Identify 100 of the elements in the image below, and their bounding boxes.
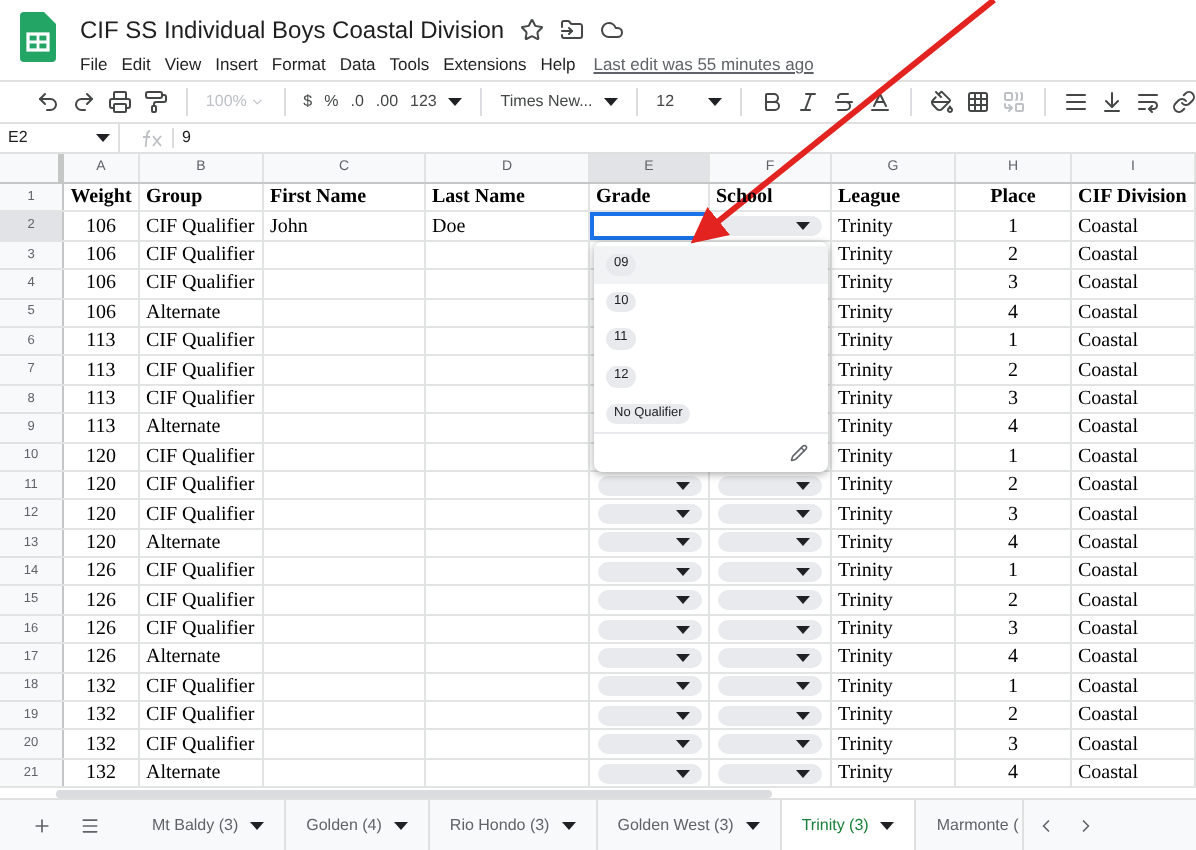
caret-icon	[675, 653, 689, 662]
formula-field[interactable]: 9	[182, 126, 191, 150]
dropdown-chip[interactable]	[718, 676, 822, 697]
dropdown-chip[interactable]	[597, 734, 701, 755]
add-sheet-icon[interactable]	[32, 815, 52, 836]
dropdown-chip[interactable]	[718, 503, 822, 524]
menu-item[interactable]: Extensions	[443, 52, 527, 78]
dropdown-chip[interactable]	[718, 647, 822, 668]
dropdown-chip[interactable]	[597, 503, 701, 524]
table-cell-text: 113	[86, 357, 116, 386]
column-title: Place	[990, 184, 1036, 213]
table-cell-text: Trinity	[838, 270, 893, 299]
menu-item[interactable]: Tools	[389, 52, 430, 78]
caret-icon	[675, 538, 689, 547]
spreadsheet-logo[interactable]	[20, 12, 56, 62]
table-cell-text: Trinity	[838, 385, 893, 414]
undo-icon[interactable]	[36, 90, 60, 114]
fill-color-icon[interactable]	[930, 90, 955, 114]
table-cell-text: CIF Qualifier	[146, 501, 255, 529]
table-cell-text: Alternate	[146, 414, 221, 443]
text-color-icon[interactable]	[868, 90, 893, 114]
table-cell-text: Coastal	[1078, 731, 1138, 760]
number-format-select[interactable]: 123	[410, 90, 437, 114]
menu-item[interactable]: Format	[271, 52, 326, 78]
dropdown-chip[interactable]	[597, 763, 701, 783]
sheet-list-icon[interactable]	[80, 815, 100, 836]
table-cell-text: Coastal	[1078, 414, 1138, 443]
print-icon[interactable]	[108, 90, 132, 114]
scrollbar[interactable]	[56, 789, 772, 798]
selected-cell[interactable]	[590, 212, 708, 240]
bold-icon[interactable]	[760, 90, 785, 114]
align-icon[interactable]	[1064, 90, 1089, 114]
currency-button[interactable]: $	[303, 90, 313, 114]
document-title[interactable]: CIF SS Individual Boys Coastal Division	[80, 12, 505, 48]
dropdown-chip[interactable]	[597, 475, 701, 496]
percent-button[interactable]: %	[324, 90, 339, 114]
caret-icon	[675, 711, 689, 720]
dropdown-chip[interactable]	[597, 619, 701, 640]
dropdown-chip[interactable]	[718, 734, 822, 755]
table-cell-text: CIF Qualifier	[146, 616, 255, 645]
table-cell-text: Coastal	[1078, 299, 1138, 328]
table-cell-text: Coastal	[1078, 443, 1138, 472]
link-icon[interactable]	[1172, 90, 1196, 114]
table-cell-text: CIF Qualifier	[146, 241, 255, 270]
dropdown-chip[interactable]	[718, 590, 822, 611]
last-edit-link[interactable]: Last edit was 55 minutes ago	[593, 52, 814, 78]
dropdown-chip[interactable]	[718, 705, 822, 726]
wrap-icon[interactable]	[1136, 90, 1161, 114]
dropdown-chip[interactable]	[718, 532, 822, 553]
menu-item[interactable]: File	[80, 52, 108, 78]
caret-icon	[796, 509, 810, 518]
menu-item[interactable]: Data	[339, 52, 376, 78]
edit-icon[interactable]	[790, 444, 808, 463]
menu-item[interactable]: Insert	[215, 52, 258, 78]
folder-icon[interactable]	[560, 18, 585, 42]
increase-decimals-button[interactable]: .00	[375, 90, 399, 114]
sheet-tab[interactable]: Mt Baldy (3)	[132, 800, 287, 850]
dropdown-chip[interactable]	[597, 647, 701, 668]
dropdown-chip[interactable]	[718, 561, 822, 582]
dropdown-chip[interactable]	[597, 705, 701, 726]
table-cell-text: Doe	[432, 213, 466, 242]
borders-icon[interactable]	[966, 90, 991, 114]
dropdown-chip[interactable]	[718, 475, 822, 496]
dropdown-chip[interactable]	[718, 619, 822, 640]
table-cell-text: 120	[86, 443, 116, 472]
star-icon[interactable]	[520, 18, 545, 42]
caret-icon	[675, 769, 689, 777]
name-box[interactable]: E2	[8, 126, 28, 150]
dropdown-chip[interactable]	[597, 532, 701, 553]
decrease-decimals-button[interactable]: .0	[350, 90, 364, 114]
table-cell-text: Alternate	[146, 529, 221, 558]
table-cell-text: 120	[86, 501, 116, 529]
dropdown-chip[interactable]	[597, 676, 701, 697]
font-size-select[interactable]: 12	[656, 90, 697, 114]
caret-icon	[448, 98, 463, 106]
column-title: League	[838, 184, 901, 213]
paint-format-icon[interactable]	[144, 90, 168, 114]
dropdown-chip[interactable]	[597, 590, 701, 611]
cloud-icon[interactable]	[600, 18, 625, 42]
dropdown-chip[interactable]	[597, 561, 701, 582]
menu-item[interactable]: Edit	[121, 52, 151, 78]
redo-icon[interactable]	[72, 90, 96, 114]
dropdown-chip[interactable]	[718, 763, 822, 783]
vertical-align-icon[interactable]	[1100, 90, 1125, 114]
caret-icon	[675, 740, 689, 749]
italic-icon[interactable]	[796, 90, 821, 114]
menu-item[interactable]: Help	[540, 52, 576, 78]
dropdown-chip[interactable]	[718, 216, 822, 237]
table-cell-text: Coastal	[1078, 213, 1138, 242]
caret-icon	[393, 821, 408, 830]
sheet-tab[interactable]: Trinity (3)	[781, 800, 917, 850]
table-cell-text: 132	[86, 731, 116, 760]
sheet-tab[interactable]: Marmonte (	[916, 800, 1025, 850]
table-cell-text: Trinity	[838, 587, 893, 616]
table-cell-text: CIF Qualifier	[146, 472, 255, 501]
font-select[interactable]: Times New...	[500, 90, 593, 114]
sheet-tab[interactable]: Golden (4)	[286, 800, 430, 850]
strikethrough-icon[interactable]	[832, 90, 857, 114]
menu-item[interactable]: View	[164, 52, 202, 78]
sheet-tab[interactable]: Rio Hondo (3)	[429, 800, 598, 850]
